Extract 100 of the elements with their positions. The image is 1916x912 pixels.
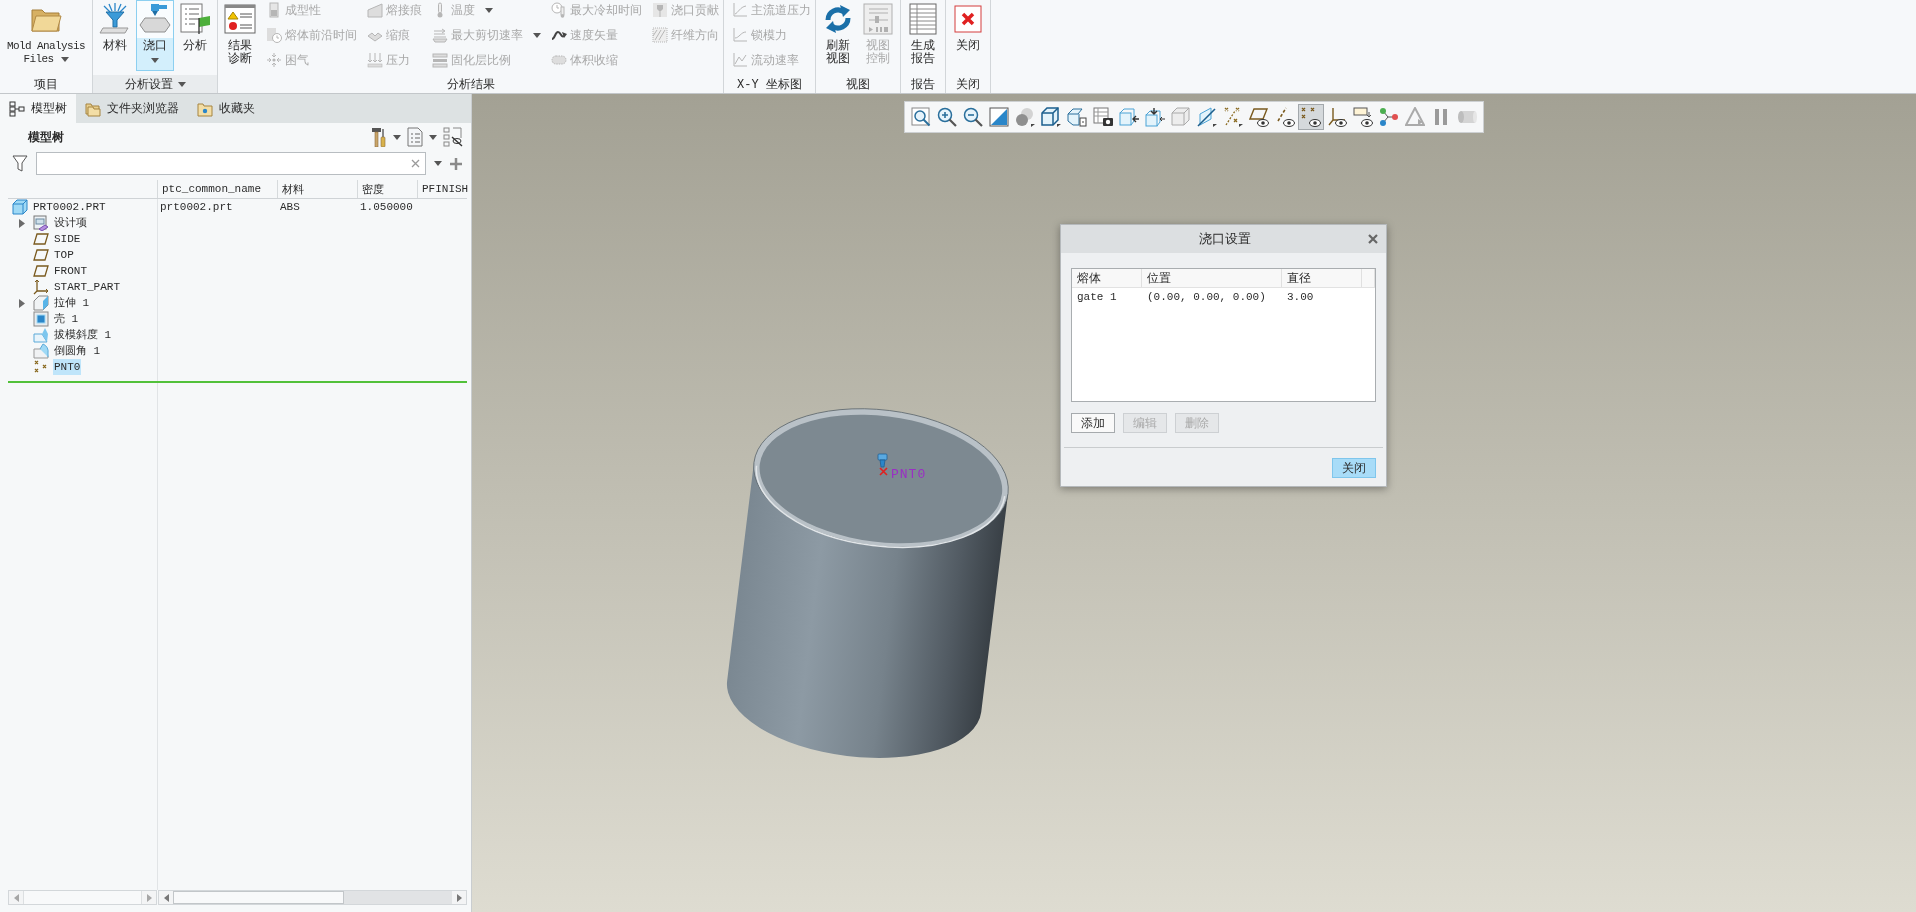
tree-item-label[interactable]: 倒圆角 1 bbox=[53, 343, 102, 359]
horizontal-scrollbar[interactable] bbox=[8, 890, 157, 905]
caret-icon bbox=[393, 134, 401, 140]
column-header[interactable]: 密度 bbox=[357, 180, 417, 198]
stacked-sheets-icon bbox=[33, 215, 49, 231]
column-header[interactable]: 直径 bbox=[1282, 269, 1362, 287]
toolbar-button[interactable] bbox=[1350, 104, 1376, 130]
scrollbar-thumb[interactable] bbox=[173, 891, 344, 904]
close-button[interactable]: 关闭 bbox=[1332, 458, 1376, 478]
column-header[interactable]: PFINISH bbox=[417, 180, 469, 198]
tree-structure-icon bbox=[9, 100, 25, 117]
table-cell-text: (0.00, 0.00, 0.00) bbox=[1146, 289, 1267, 305]
scrollbar-thumb[interactable] bbox=[23, 891, 142, 904]
left-arrow-icon[interactable] bbox=[13, 893, 19, 902]
point-marker-icon bbox=[879, 467, 888, 476]
slanted-surface-icon bbox=[367, 2, 383, 18]
tree-item-label[interactable]: PRT0002.PRT bbox=[32, 199, 107, 215]
caret-icon bbox=[485, 7, 493, 13]
slanted-block-icon bbox=[33, 327, 49, 343]
hammer-screwdriver-icon[interactable] bbox=[371, 127, 387, 147]
graph-icon bbox=[732, 52, 748, 68]
group-label: 关闭 bbox=[955, 76, 981, 93]
gate-marker-icon bbox=[877, 453, 888, 468]
axis-eye-icon bbox=[1275, 107, 1295, 127]
shaded-spheres-icon bbox=[1015, 107, 1035, 127]
caret-icon bbox=[60, 56, 69, 62]
point-eye-icon bbox=[1301, 107, 1321, 127]
slider-panel-icon bbox=[862, 3, 894, 35]
column-header[interactable]: 材料 bbox=[277, 180, 357, 198]
ribbon-button[interactable]: Mold Analysis Files bbox=[3, 0, 89, 71]
table-cell-text: ABS bbox=[279, 201, 301, 213]
plane-icon bbox=[33, 263, 49, 279]
extruded-box-icon bbox=[33, 295, 49, 311]
horizontal-scrollbar[interactable] bbox=[158, 890, 467, 905]
right-arrow-icon[interactable] bbox=[146, 893, 152, 902]
plane-slash-icon bbox=[1197, 107, 1217, 127]
box-arrow-eye-icon bbox=[1353, 107, 1373, 127]
converging-arrows-icon bbox=[266, 52, 282, 68]
group-menu-button[interactable]: 分析设置 bbox=[93, 75, 217, 93]
ribbon-button[interactable]: 关闭 bbox=[949, 0, 987, 71]
panel-tab[interactable]: 模型树 bbox=[0, 94, 76, 123]
expand-arrow-icon[interactable] bbox=[19, 218, 25, 228]
cube-icon bbox=[1041, 107, 1061, 127]
point-marks-icon bbox=[33, 359, 49, 375]
left-arrow-icon[interactable] bbox=[163, 893, 169, 902]
list-icon[interactable] bbox=[407, 127, 423, 147]
dialog-button[interactable]: 添加 bbox=[1071, 413, 1115, 433]
ribbon-button[interactable]: 生成报告 bbox=[904, 0, 942, 71]
tree-item-label[interactable]: FRONT bbox=[53, 263, 88, 279]
tree-item-label[interactable]: SIDE bbox=[53, 231, 82, 247]
star-folder-icon bbox=[197, 100, 213, 117]
panel-title: 模型树 bbox=[28, 129, 64, 146]
caret-icon bbox=[177, 81, 186, 87]
toolbar-button[interactable] bbox=[1298, 104, 1324, 130]
funnel-icon bbox=[99, 3, 131, 35]
hatch-icon bbox=[652, 27, 668, 43]
graph-icon bbox=[732, 27, 748, 43]
column-header[interactable]: 位置 bbox=[1142, 269, 1282, 287]
clear-icon[interactable] bbox=[411, 159, 420, 168]
magnifier-frame-icon bbox=[911, 107, 931, 127]
ribbon-button[interactable]: 分析 bbox=[176, 0, 214, 71]
right-arrow-icon[interactable] bbox=[456, 893, 462, 902]
panel-tab[interactable]: 文件夹浏览器 bbox=[76, 94, 188, 123]
column-header[interactable]: ptc_common_name bbox=[157, 180, 277, 198]
tree-item-label[interactable]: 设计项 bbox=[53, 215, 88, 231]
plane-icon bbox=[33, 247, 49, 263]
close-icon[interactable] bbox=[1368, 234, 1378, 244]
tree-item-label[interactable]: 壳 1 bbox=[53, 311, 80, 327]
ribbon-button[interactable]: 刷新视图 bbox=[819, 0, 857, 71]
rounded-block-icon bbox=[33, 343, 49, 359]
ribbon-button[interactable]: 浇口 bbox=[136, 0, 174, 71]
faded-cube-icon bbox=[1171, 107, 1191, 127]
zoom-in-icon bbox=[937, 107, 957, 127]
ribbon-button[interactable]: 材料 bbox=[96, 0, 134, 71]
graph-icon bbox=[732, 2, 748, 18]
tree-item-label[interactable]: START_PART bbox=[53, 279, 121, 295]
ribbon-button[interactable]: 结果诊断 bbox=[221, 0, 259, 71]
group-label: 视图 bbox=[845, 76, 871, 93]
filter-icon[interactable] bbox=[12, 155, 28, 172]
tree-item-label[interactable]: TOP bbox=[53, 247, 75, 263]
caret-icon bbox=[533, 32, 541, 38]
tree-item-label[interactable]: 拔模斜度 1 bbox=[53, 327, 113, 343]
group-label: 分析结果 bbox=[445, 76, 496, 93]
tree-eye-icon[interactable] bbox=[443, 127, 463, 147]
plane-eye-icon bbox=[1249, 107, 1269, 127]
expand-arrow-icon[interactable] bbox=[19, 298, 25, 308]
panel-tab[interactable]: 收藏夹 bbox=[188, 94, 264, 123]
diagonal-square-icon bbox=[989, 107, 1009, 127]
axes-eye-icon bbox=[1327, 107, 1347, 127]
tree-item-label[interactable]: 拉伸 1 bbox=[53, 295, 91, 311]
point-marks-icon bbox=[1223, 107, 1243, 127]
plus-icon[interactable] bbox=[450, 157, 462, 170]
dialog-title: 浇口设置 bbox=[1197, 231, 1252, 248]
caret-icon bbox=[429, 134, 437, 140]
layers-arrow-icon bbox=[432, 27, 448, 43]
checklist-flag-icon bbox=[179, 3, 211, 35]
column-header[interactable]: 熔体 bbox=[1072, 269, 1142, 287]
triangle-play-icon bbox=[1405, 107, 1425, 127]
search-field[interactable] bbox=[36, 152, 426, 175]
tree-item-label[interactable]: PNT0 bbox=[53, 359, 82, 375]
